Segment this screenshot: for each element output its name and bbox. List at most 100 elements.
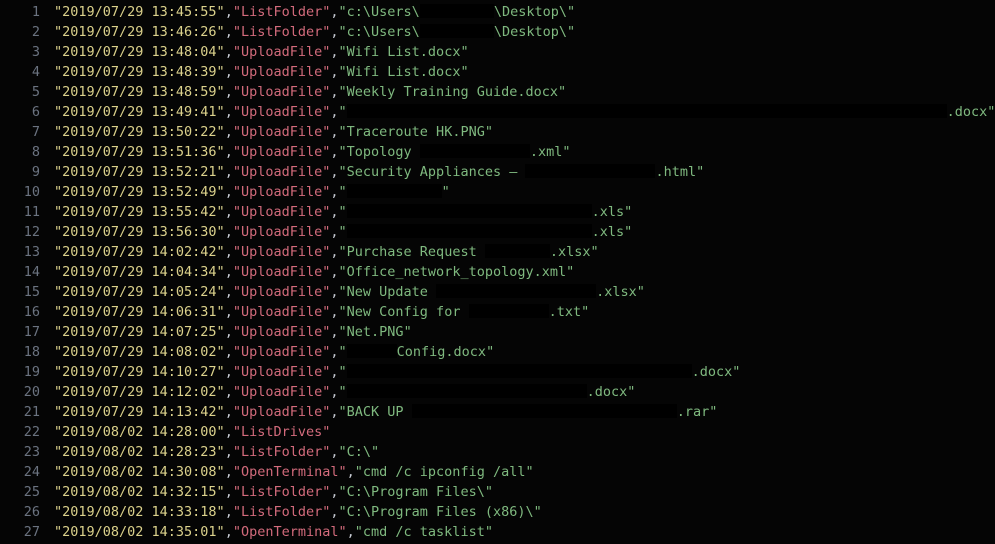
operation-name: "UploadFile" — [233, 284, 331, 300]
argument-text: BACK UP — [347, 404, 412, 420]
log-line[interactable]: "2019/07/29 13:50:22","UploadFile","Trac… — [54, 122, 995, 142]
argument-text: New Update — [347, 284, 436, 300]
log-line[interactable]: "2019/07/29 13:49:41","UploadFile",".doc… — [54, 102, 995, 122]
separator: , — [330, 444, 338, 460]
log-line[interactable]: "2019/07/29 13:55:42","UploadFile",".xls… — [54, 202, 995, 222]
log-line[interactable]: "2019/07/29 14:08:02","UploadFile","Conf… — [54, 342, 995, 362]
separator: , — [330, 44, 338, 60]
quote: " — [339, 4, 347, 20]
quote: " — [486, 344, 494, 360]
line-number: 4 — [0, 62, 40, 82]
quote: " — [339, 244, 347, 260]
timestamp: "2019/08/02 14:28:00" — [54, 424, 225, 440]
log-line[interactable]: "2019/08/02 14:28:00","ListDrives" — [54, 422, 995, 442]
line-number: 3 — [0, 42, 40, 62]
log-line[interactable]: "2019/07/29 13:45:55","ListFolder","c:\U… — [54, 2, 995, 22]
operation-name: "ListDrives" — [233, 424, 331, 440]
separator: , — [225, 464, 233, 480]
argument-text: C:\Program Files\ — [347, 484, 485, 500]
log-line[interactable]: "2019/07/29 14:04:34","UploadFile","Offi… — [54, 262, 995, 282]
separator: , — [225, 144, 233, 160]
line-number: 8 — [0, 142, 40, 162]
line-number: 27 — [0, 522, 40, 542]
line-number: 10 — [0, 182, 40, 202]
redacted-block — [347, 104, 947, 118]
line-number: 13 — [0, 242, 40, 262]
operation-name: "UploadFile" — [233, 84, 331, 100]
log-line[interactable]: "2019/07/29 14:06:31","UploadFile","New … — [54, 302, 995, 322]
separator: , — [330, 344, 338, 360]
separator: , — [225, 104, 233, 120]
redacted-block — [347, 204, 592, 218]
separator: , — [225, 204, 233, 220]
log-line[interactable]: "2019/07/29 14:12:02","UploadFile",".doc… — [54, 382, 995, 402]
quote: " — [562, 144, 570, 160]
log-line[interactable]: "2019/07/29 13:48:39","UploadFile","Wifi… — [54, 62, 995, 82]
quote: " — [339, 44, 347, 60]
timestamp: "2019/08/02 14:32:15" — [54, 484, 225, 500]
operation-name: "UploadFile" — [233, 324, 331, 340]
quote: " — [590, 244, 598, 260]
log-line[interactable]: "2019/08/02 14:30:08","OpenTerminal","cm… — [54, 462, 995, 482]
log-line[interactable]: "2019/07/29 13:56:30","UploadFile",".xls… — [54, 222, 995, 242]
timestamp: "2019/07/29 13:52:49" — [54, 184, 225, 200]
log-line[interactable]: "2019/08/02 14:32:15","ListFolder","C:\P… — [54, 482, 995, 502]
operation-name: "UploadFile" — [233, 264, 331, 280]
quote: " — [339, 224, 347, 240]
redacted-block — [485, 244, 550, 258]
log-line[interactable]: "2019/07/29 13:51:36","UploadFile","Topo… — [54, 142, 995, 162]
separator: , — [330, 84, 338, 100]
timestamp: "2019/07/29 13:46:26" — [54, 24, 225, 40]
line-number: 7 — [0, 122, 40, 142]
operation-name: "UploadFile" — [233, 344, 331, 360]
quote: " — [567, 4, 575, 20]
argument-text: Config.docx — [397, 344, 486, 360]
timestamp: "2019/07/29 14:12:02" — [54, 384, 225, 400]
quote: " — [339, 204, 347, 220]
quote: " — [339, 304, 347, 320]
separator: , — [225, 304, 233, 320]
operation-name: "UploadFile" — [233, 404, 331, 420]
timestamp: "2019/07/29 13:50:22" — [54, 124, 225, 140]
log-line[interactable]: "2019/07/29 14:07:25","UploadFile","Net.… — [54, 322, 995, 342]
log-line[interactable]: "2019/08/02 14:35:01","OpenTerminal","cm… — [54, 522, 995, 542]
redacted-block — [525, 164, 655, 178]
log-line[interactable]: "2019/07/29 13:48:04","UploadFile","Wifi… — [54, 42, 995, 62]
log-line[interactable]: "2019/08/02 14:33:18","ListFolder","C:\P… — [54, 502, 995, 522]
timestamp: "2019/07/29 13:48:59" — [54, 84, 225, 100]
quote: " — [339, 504, 347, 520]
separator: , — [330, 124, 338, 140]
quote: " — [339, 104, 347, 120]
separator: , — [330, 404, 338, 420]
quote: " — [460, 44, 468, 60]
quote: " — [485, 524, 493, 540]
line-number: 9 — [0, 162, 40, 182]
argument-text: cmd /c tasklist — [363, 524, 485, 540]
quote: " — [624, 224, 632, 240]
separator: , — [347, 464, 355, 480]
separator: , — [225, 24, 233, 40]
operation-name: "OpenTerminal" — [233, 524, 347, 540]
redacted-block — [420, 144, 530, 158]
separator: , — [225, 444, 233, 460]
operation-name: "UploadFile" — [233, 224, 331, 240]
code-area[interactable]: "2019/07/29 13:45:55","ListFolder","c:\U… — [50, 0, 995, 542]
argument-text: .xlsx — [596, 284, 637, 300]
log-line[interactable]: "2019/07/29 14:13:42","UploadFile","BACK… — [54, 402, 995, 422]
quote: " — [624, 204, 632, 220]
log-line[interactable]: "2019/08/02 14:28:23","ListFolder","C:\" — [54, 442, 995, 462]
log-line[interactable]: "2019/07/29 14:10:27","UploadFile",".doc… — [54, 362, 995, 382]
log-line[interactable]: "2019/07/29 13:46:26","ListFolder","c:\U… — [54, 22, 995, 42]
log-line[interactable]: "2019/07/29 13:52:49","UploadFile","" — [54, 182, 995, 202]
timestamp: "2019/07/29 13:55:42" — [54, 204, 225, 220]
line-number: 23 — [0, 442, 40, 462]
log-line[interactable]: "2019/07/29 13:48:59","UploadFile","Week… — [54, 82, 995, 102]
log-line[interactable]: "2019/07/29 13:52:21","UploadFile","Secu… — [54, 162, 995, 182]
log-line[interactable]: "2019/07/29 14:05:24","UploadFile","New … — [54, 282, 995, 302]
separator: , — [225, 284, 233, 300]
quote: " — [558, 84, 566, 100]
log-line[interactable]: "2019/07/29 14:02:42","UploadFile","Purc… — [54, 242, 995, 262]
separator: , — [330, 324, 338, 340]
redacted-block — [469, 304, 549, 318]
quote: " — [709, 404, 717, 420]
